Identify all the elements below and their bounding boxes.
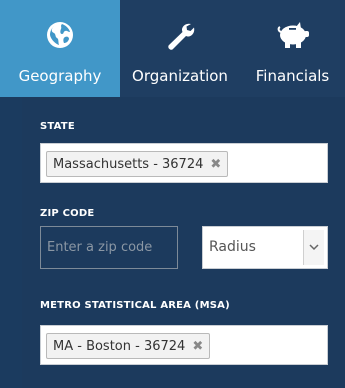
msa-tag-text: MA - Boston - 36724 (53, 338, 186, 354)
zip-code-input[interactable] (47, 227, 177, 268)
remove-msa-tag-icon[interactable]: ✖ (192, 339, 203, 354)
tab-label: Geography (18, 67, 102, 85)
tab-label: Financials (255, 67, 330, 85)
radius-select[interactable]: Radius (202, 226, 328, 269)
tab-organization[interactable]: Organization (120, 0, 240, 97)
chevron-down-icon[interactable] (303, 230, 324, 265)
remove-state-tag-icon[interactable]: ✖ (210, 157, 221, 172)
category-tab-bar: Geography Organization Financials (0, 0, 345, 97)
tab-geography[interactable]: Geography (0, 0, 120, 97)
msa-multiselect[interactable]: MA - Boston - 36724 ✖ (40, 325, 328, 365)
tab-financials[interactable]: Financials (240, 0, 345, 97)
msa-label: METRO STATISTICAL AREA (MSA) (40, 300, 230, 311)
state-label: STATE (40, 121, 75, 132)
state-tag: Massachusetts - 36724 ✖ (46, 151, 229, 177)
globe-icon (0, 20, 120, 50)
zip-code-field[interactable] (40, 226, 178, 269)
piggy-bank-icon (240, 20, 345, 50)
zip-code-label: ZIP CODE (40, 208, 95, 219)
wrench-icon (120, 20, 240, 52)
state-multiselect[interactable]: Massachusetts - 36724 ✖ (40, 143, 328, 183)
radius-select-value: Radius (209, 239, 256, 255)
msa-tag: MA - Boston - 36724 ✖ (46, 333, 211, 359)
tab-label: Organization (132, 67, 228, 85)
filter-panel: STATE Massachusetts - 36724 ✖ ZIP CODE R… (22, 97, 345, 388)
state-tag-text: Massachusetts - 36724 (53, 156, 204, 172)
